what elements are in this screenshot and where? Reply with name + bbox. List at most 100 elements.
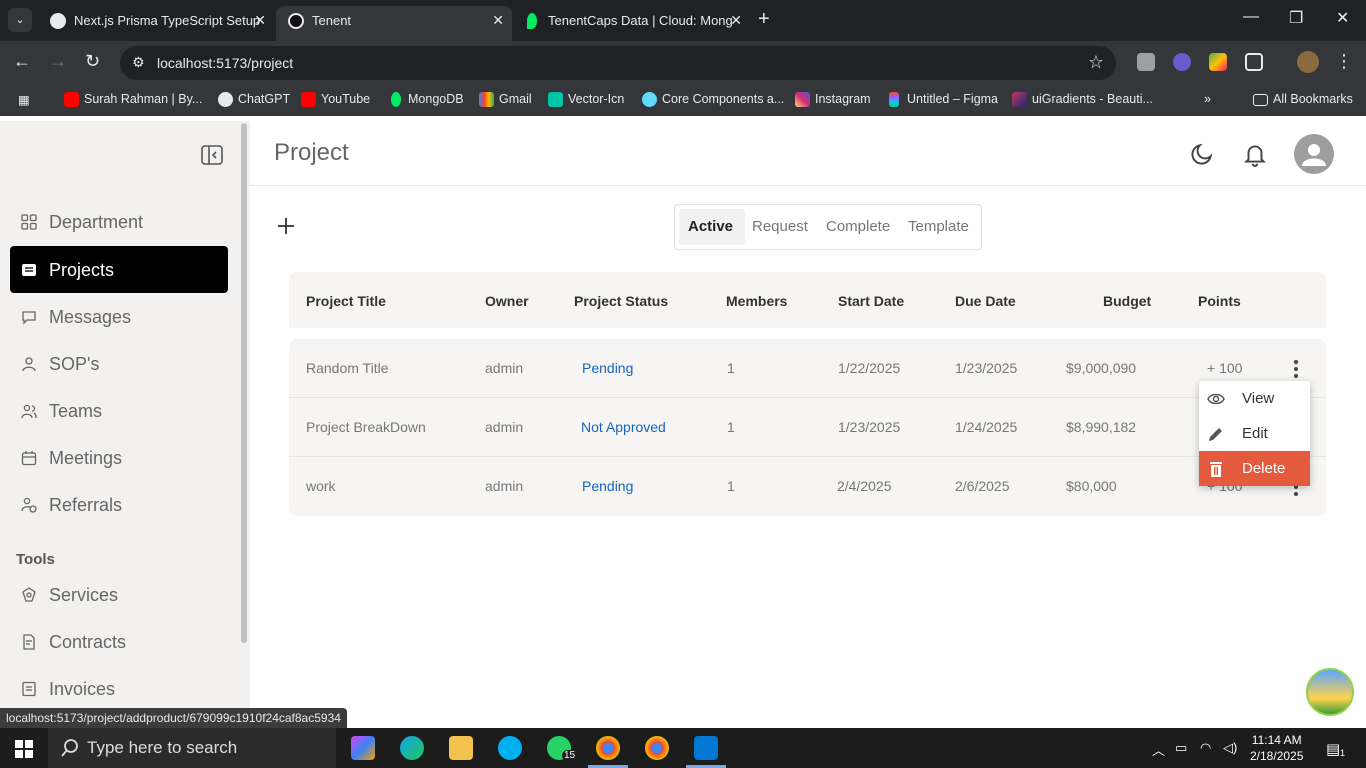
sidebar-item-label: Projects <box>49 260 115 280</box>
forward-icon[interactable]: → <box>49 51 67 72</box>
bookmark-item[interactable]: MongoDB <box>388 92 464 107</box>
copilot-icon[interactable] <box>351 736 375 760</box>
camera-extension-icon[interactable] <box>1137 53 1155 71</box>
volume-icon[interactable]: ◁) <box>1223 740 1237 756</box>
menu-item-delete[interactable]: Delete <box>1199 451 1310 486</box>
site-info-icon[interactable]: ⚙ <box>132 54 145 71</box>
sidebar-item-messages[interactable]: Messages <box>10 293 228 340</box>
youtube-icon <box>301 92 316 107</box>
collapse-sidebar-icon[interactable] <box>200 143 224 167</box>
close-window-icon[interactable]: ✕ <box>1336 8 1349 28</box>
close-tab-icon[interactable]: ✕ <box>730 6 742 35</box>
menu-item-view[interactable]: View <box>1199 381 1310 416</box>
notification-count: 1 <box>1340 748 1346 758</box>
bookmark-item[interactable]: Core Components a... <box>642 92 785 107</box>
bookmark-item[interactable]: Surah Rahman | By... <box>64 92 202 107</box>
sidebar-item-label: Services <box>49 585 119 605</box>
table-row[interactable]: Project BreakDown admin Not Approved 1 1… <box>289 398 1326 457</box>
more-bookmarks-icon[interactable]: » <box>1204 92 1211 106</box>
notification-bell-icon[interactable] <box>1242 141 1268 167</box>
dark-mode-moon-icon[interactable] <box>1189 141 1215 167</box>
sidebar-item-contracts[interactable]: Contracts <box>10 618 228 665</box>
notification-center-icon[interactable]: ▤ <box>1326 740 1340 758</box>
file-explorer-icon[interactable] <box>449 736 473 760</box>
close-tab-icon[interactable]: ✕ <box>492 6 504 35</box>
row-actions-kebab-icon[interactable] <box>1293 359 1299 379</box>
bookmark-item[interactable]: ChatGPT <box>218 92 290 107</box>
column-header-budget[interactable]: Budget <box>1103 293 1151 309</box>
address-bar[interactable]: ⚙ localhost:5173/project ☆ <box>120 46 1116 80</box>
sidebar-item-department[interactable]: Department <box>10 198 228 245</box>
sidebar-item-invoices[interactable]: Invoices <box>10 665 228 712</box>
battery-icon[interactable]: ▭ <box>1175 740 1187 756</box>
column-header-start-date[interactable]: Start Date <box>838 293 904 309</box>
taskbar-clock[interactable]: 11:14 AM 2/18/2025 <box>1250 732 1303 764</box>
tab-complete[interactable]: Complete <box>826 218 890 235</box>
tray-overflow-icon[interactable]: ︿ <box>1152 740 1165 759</box>
table-header: Project Title Owner Project Status Membe… <box>289 272 1326 328</box>
add-project-icon[interactable] <box>277 217 295 235</box>
sidebar-item-referrals[interactable]: Referrals <box>10 481 228 528</box>
column-header-status[interactable]: Project Status <box>574 293 668 309</box>
tab-template[interactable]: Template <box>908 218 969 235</box>
react-icon <box>642 92 657 107</box>
sidebar-item-label: Department <box>49 212 144 232</box>
menu-item-edit[interactable]: Edit <box>1199 416 1310 451</box>
profile-avatar-icon[interactable] <box>1297 51 1319 73</box>
bookmark-star-icon[interactable]: ☆ <box>1088 52 1104 73</box>
vscode-icon[interactable] <box>694 736 718 760</box>
windows-start-icon[interactable] <box>15 740 33 758</box>
tab-search-button[interactable]: ⌄ <box>8 8 32 32</box>
taskbar-search[interactable]: Type here to search <box>48 728 336 768</box>
column-header-members[interactable]: Members <box>726 293 787 309</box>
bookmark-item[interactable]: Vector-Icn <box>548 92 624 107</box>
sidebar-item-services[interactable]: Services <box>10 571 228 618</box>
tab-request[interactable]: Request <box>752 218 808 235</box>
table-row[interactable]: Random Title admin Pending 1 1/22/2025 1… <box>289 339 1326 398</box>
chrome-icon[interactable] <box>596 736 620 760</box>
column-header-owner[interactable]: Owner <box>485 293 529 309</box>
bookmark-item[interactable]: YouTube <box>301 92 370 107</box>
apps-grid-icon[interactable]: ▦ <box>18 92 30 107</box>
reload-icon[interactable]: ↻ <box>85 51 100 72</box>
browser-tab-active[interactable]: Tenent ✕ <box>276 6 512 41</box>
extension-icon[interactable] <box>1173 53 1191 71</box>
sidebar-scrollbar-thumb[interactable] <box>241 123 247 643</box>
contract-icon <box>23 634 35 650</box>
sidebar-item-sops[interactable]: SOP's <box>10 340 228 387</box>
bookmark-item[interactable]: Gmail <box>479 92 532 107</box>
column-header-points[interactable]: Points <box>1198 293 1241 309</box>
bookmark-item[interactable]: uiGradients - Beauti... <box>1012 92 1153 107</box>
tab-active[interactable]: Active <box>688 218 733 235</box>
cell-title: Project BreakDown <box>306 419 426 435</box>
back-icon[interactable]: ← <box>13 51 31 72</box>
bookmark-label: Core Components a... <box>662 92 785 106</box>
url-text[interactable]: localhost:5173/project <box>157 55 293 71</box>
bookmark-label: Gmail <box>499 92 532 106</box>
extensions-puzzle-icon[interactable] <box>1245 53 1263 71</box>
chrome-profile-icon[interactable] <box>645 736 669 760</box>
skype-icon[interactable] <box>498 736 522 760</box>
browser-menu-icon[interactable]: ⋮ <box>1335 51 1353 72</box>
close-tab-icon[interactable]: ✕ <box>254 6 266 35</box>
sidebar-item-meetings[interactable]: Meetings <box>10 434 228 481</box>
extension-icon[interactable] <box>1209 53 1227 71</box>
user-avatar[interactable] <box>1294 134 1334 174</box>
sidebar-item-projects[interactable]: Projects <box>10 246 228 293</box>
browser-tab[interactable]: TenentCaps Data | Cloud: Mong ✕ <box>512 6 750 41</box>
minimize-icon[interactable]: — <box>1243 8 1259 26</box>
bookmark-item[interactable]: Untitled – Figma <box>887 92 998 107</box>
bookmark-item[interactable]: Instagram <box>795 92 871 107</box>
wifi-icon[interactable]: ◠ <box>1200 740 1211 756</box>
column-header-due-date[interactable]: Due Date <box>955 293 1016 309</box>
sidebar-item-teams[interactable]: Teams <box>10 387 228 434</box>
menu-item-label: View <box>1242 390 1275 407</box>
table-row[interactable]: work admin Pending 1 2/4/2025 2/6/2025 $… <box>289 457 1326 516</box>
edge-icon[interactable] <box>400 736 424 760</box>
column-header-title[interactable]: Project Title <box>306 293 386 309</box>
new-tab-icon[interactable]: + <box>758 8 770 31</box>
floating-chat-avatar[interactable] <box>1306 668 1354 716</box>
restore-icon[interactable]: ❐ <box>1289 8 1303 28</box>
all-bookmarks-folder[interactable]: All Bookmarks <box>1253 92 1353 106</box>
browser-tab[interactable]: Next.js Prisma TypeScript Setup ✕ <box>38 6 274 41</box>
